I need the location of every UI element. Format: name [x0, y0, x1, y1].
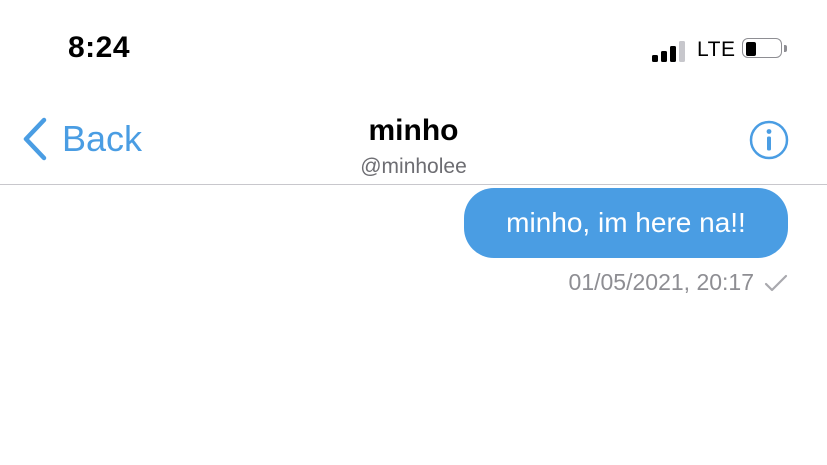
conversation-handle: @minholee	[360, 155, 467, 178]
battery-icon	[742, 38, 787, 60]
message-bubble[interactable]: minho, im here na!!	[464, 188, 788, 258]
nav-divider	[0, 184, 827, 185]
checkmark-icon	[764, 274, 788, 291]
info-button[interactable]	[748, 119, 790, 161]
conversation-title: minho	[368, 114, 459, 147]
network-type: LTE	[697, 38, 736, 61]
message-timestamp: 01/05/2021, 20:17	[568, 269, 754, 295]
message-text: minho, im here na!!	[506, 207, 746, 238]
cellular-signal-icon	[652, 40, 690, 62]
status-time: 8:24	[68, 31, 131, 64]
info-icon	[749, 120, 789, 160]
message-meta: 01/05/2021, 20:17	[520, 269, 788, 296]
